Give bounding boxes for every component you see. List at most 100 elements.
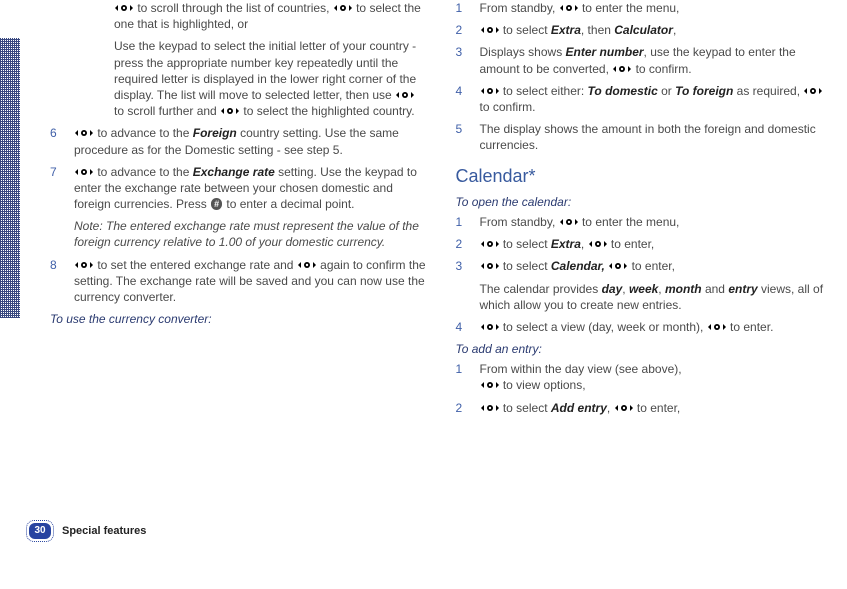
joystick-leftright-icon (708, 321, 726, 333)
text: , (607, 401, 614, 415)
text: to view options, (500, 378, 586, 392)
step-7: 7 to advance to the Exchange rate settin… (50, 164, 428, 213)
text: to enter, (608, 237, 655, 251)
steps-left-2: 8 to set the entered exchange rate and a… (50, 257, 428, 306)
step-8: 8 to set the entered exchange rate and a… (50, 257, 428, 306)
joystick-updown-icon (396, 89, 414, 101)
steps-open: 1 From standby, to enter the menu, 2 to … (456, 214, 834, 335)
emphasis: day (602, 282, 623, 296)
text: From standby, (480, 215, 559, 229)
joystick-updown-icon (115, 2, 133, 14)
steps-converter: 1 From standby, to enter the menu, 2 to … (456, 0, 834, 154)
columns: to scroll through the list of countries,… (40, 0, 833, 422)
text: to enter the menu, (579, 1, 680, 15)
subheading-add: To add an entry: (456, 341, 834, 357)
side-margin (0, 0, 20, 422)
text: to select (500, 237, 551, 251)
text: , then (581, 23, 614, 37)
step-number: 2 (456, 400, 470, 416)
text: to select the highlighted country. (240, 104, 415, 118)
step-number: 8 (50, 257, 64, 306)
emphasis: To foreign (675, 84, 733, 98)
text: to confirm. (632, 62, 691, 76)
text: The display shows the amount in both the… (480, 122, 816, 152)
text: , (581, 237, 588, 251)
text: to enter a decimal point. (223, 197, 354, 211)
text: Use the keypad to select the initial let… (114, 39, 416, 102)
calendar-info: The calendar provides day, week, month a… (456, 281, 834, 313)
joystick-updown-icon (481, 260, 499, 272)
step-number: 4 (456, 319, 470, 335)
text: to set the entered exchange rate and (94, 258, 297, 272)
step-6: 6 to advance to the Foreign country sett… (50, 125, 428, 157)
emphasis: Extra (551, 23, 581, 37)
steps-add: 1 From within the day view (see above), … (456, 361, 834, 416)
step-3: 3 to select Calendar, to enter, (456, 258, 834, 274)
emphasis: Enter number (566, 45, 644, 59)
column-right: 1 From standby, to enter the menu, 2 to … (456, 0, 834, 422)
step-number: 1 (456, 0, 470, 16)
joystick-leftright-icon (334, 2, 352, 14)
note-block: Note: The entered exchange rate must rep… (74, 218, 428, 250)
joystick-leftright-icon (75, 127, 93, 139)
joystick-leftright-icon (589, 238, 607, 250)
emphasis: month (665, 282, 702, 296)
step-1: 1 From standby, to enter the menu, (456, 0, 834, 16)
step-number: 7 (50, 164, 64, 213)
step-2: 2 to select Add entry, to enter, (456, 400, 834, 416)
text: to scroll further and (114, 104, 220, 118)
text: to scroll through the list of countries, (134, 1, 333, 15)
text (605, 259, 608, 273)
page-number-badge: 30 (29, 523, 51, 539)
text: to advance to the (94, 126, 193, 140)
step-3: 3 Displays shows Enter number, use the k… (456, 44, 834, 76)
text: to enter, (628, 259, 675, 273)
emphasis: Exchange rate (193, 165, 275, 179)
step-4: 4 to select a view (day, week or month),… (456, 319, 834, 335)
joystick-leftright-icon (609, 260, 627, 272)
step-number: 3 (456, 44, 470, 76)
emphasis: Foreign (193, 126, 237, 140)
page-badge-wrap: 30 (26, 520, 54, 542)
text: From within the day view (see above), (480, 362, 682, 376)
text: as required, (733, 84, 803, 98)
text: to select a view (day, week or month), (500, 320, 707, 334)
page: to scroll through the list of countries,… (0, 0, 847, 422)
joystick-leftright-icon (560, 2, 578, 14)
step-number: 5 (456, 121, 470, 153)
step-number: 2 (456, 22, 470, 38)
subheading-open: To open the calendar: (456, 194, 834, 210)
text: and (702, 282, 729, 296)
step-number: 2 (456, 236, 470, 252)
emphasis: Calendar, (551, 259, 605, 273)
text: to enter, (634, 401, 681, 415)
joystick-updown-icon (481, 238, 499, 250)
step-1: 1 From within the day view (see above), … (456, 361, 834, 393)
text: to select (500, 259, 551, 273)
section-calendar: Calendar* (456, 164, 834, 188)
continuation-block: to scroll through the list of countries,… (50, 0, 428, 119)
joystick-leftright-icon (613, 63, 631, 75)
step-number: 1 (456, 214, 470, 230)
decorative-pattern (0, 38, 20, 318)
emphasis: week (629, 282, 658, 296)
joystick-leftright-icon (75, 259, 93, 271)
steps-left: 6 to advance to the Foreign country sett… (50, 125, 428, 212)
subheading-converter: To use the currency converter: (50, 311, 428, 327)
text: or (658, 84, 675, 98)
joystick-updown-icon (481, 402, 499, 414)
emphasis: Extra (551, 237, 581, 251)
step-5: 5 The display shows the amount in both t… (456, 121, 834, 153)
text: The calendar provides (480, 282, 602, 296)
emphasis: entry (728, 282, 757, 296)
joystick-leftright-icon (560, 216, 578, 228)
step-1: 1 From standby, to enter the menu, (456, 214, 834, 230)
step-2: 2 to select Extra, then Calculator, (456, 22, 834, 38)
joystick-leftright-icon (804, 85, 822, 97)
text: to confirm. (480, 100, 536, 114)
text: to select either: (500, 84, 588, 98)
joystick-leftright-icon (481, 379, 499, 391)
text: to advance to the (94, 165, 193, 179)
joystick-updown-icon (481, 85, 499, 97)
page-footer: 30 Special features (26, 520, 146, 542)
